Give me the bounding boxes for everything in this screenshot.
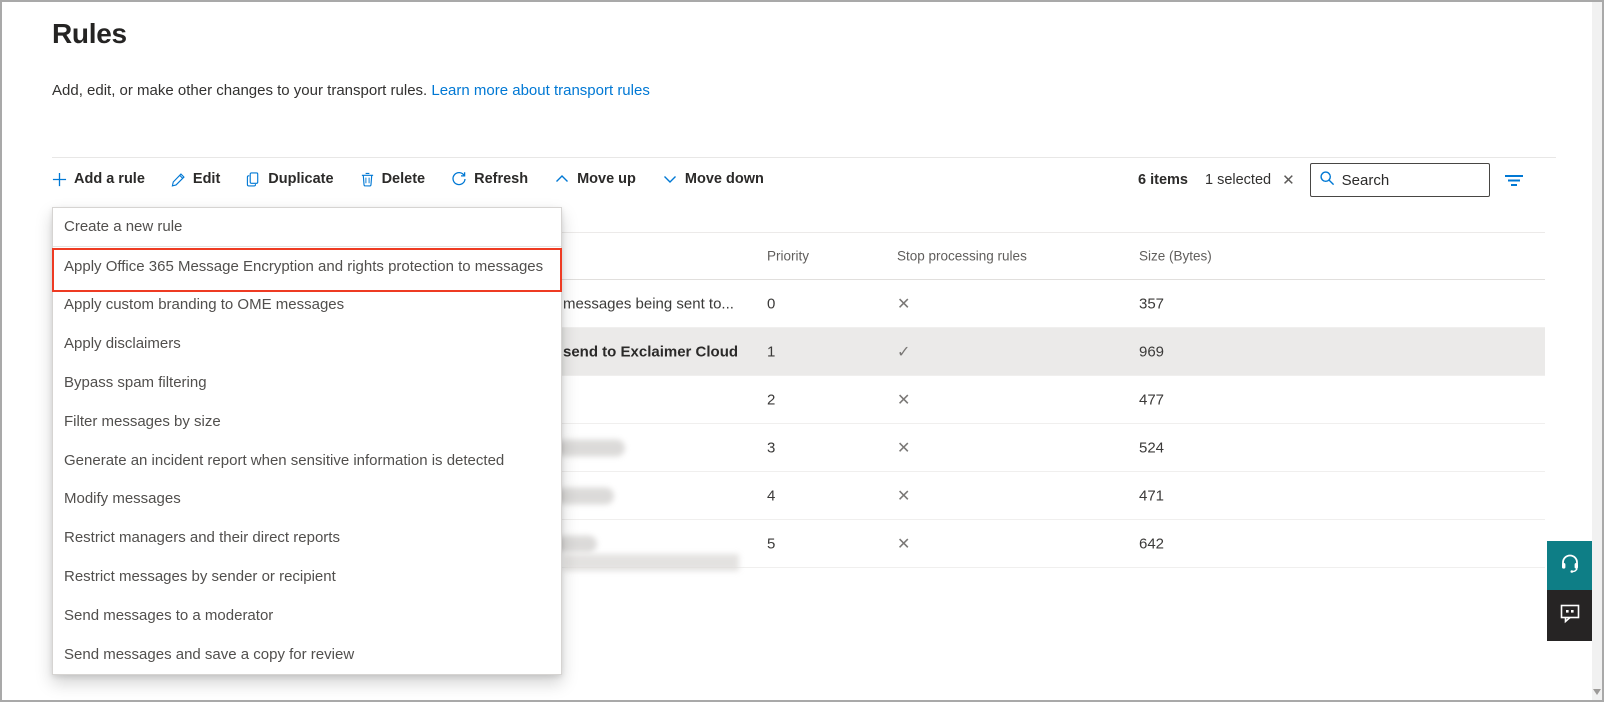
- add-a-rule-button[interactable]: Add a rule: [52, 171, 145, 187]
- list-status: 6 items 1 selected ✕: [1138, 160, 1524, 200]
- menu-item-restrict-by-sender-recipient[interactable]: Restrict messages by sender or recipient: [53, 557, 561, 596]
- rule-priority: 0: [767, 295, 776, 312]
- duplicate-label: Duplicate: [268, 171, 334, 187]
- edit-button[interactable]: Edit: [171, 171, 220, 187]
- add-a-rule-label: Add a rule: [74, 171, 145, 187]
- feedback-bubble-icon: [1558, 601, 1582, 630]
- rule-size: 477: [1139, 391, 1165, 408]
- page-description-text: Add, edit, or make other changes to your…: [52, 82, 428, 99]
- filter-icon[interactable]: [1504, 173, 1524, 187]
- menu-item-send-and-save-copy[interactable]: Send messages and save a copy for review: [53, 635, 561, 674]
- vertical-scrollbar[interactable]: [1592, 2, 1602, 700]
- items-count: 6 items: [1138, 172, 1188, 188]
- page-description: Add, edit, or make other changes to your…: [52, 82, 650, 99]
- rule-size: 471: [1139, 487, 1165, 504]
- pencil-icon: [171, 172, 186, 187]
- rule-priority: 2: [767, 391, 776, 408]
- move-down-button[interactable]: Move down: [662, 171, 764, 187]
- search-box[interactable]: [1309, 163, 1490, 197]
- stop-processing-cross-icon: ✕: [897, 391, 911, 409]
- rule-name: send to Exclaimer Cloud: [563, 343, 739, 360]
- edit-label: Edit: [192, 171, 221, 187]
- search-input[interactable]: [1341, 171, 1462, 189]
- copy-icon: [246, 171, 261, 187]
- menu-item-apply-ome-encryption[interactable]: Apply Office 365 Message Encryption and …: [53, 247, 561, 286]
- stop-processing-cross-icon: ✕: [897, 487, 911, 505]
- duplicate-button[interactable]: Duplicate: [246, 171, 334, 187]
- rule-priority: 4: [767, 487, 776, 504]
- move-down-label: Move down: [684, 171, 764, 187]
- rule-size: 642: [1139, 535, 1165, 552]
- feedback-button[interactable]: [1547, 590, 1592, 641]
- menu-item-restrict-managers[interactable]: Restrict managers and their direct repor…: [53, 518, 561, 557]
- chevron-up-icon: [554, 171, 570, 187]
- refresh-label: Refresh: [474, 171, 529, 187]
- menu-item-filter-messages-by-size[interactable]: Filter messages by size: [53, 402, 561, 441]
- rule-size: 969: [1139, 343, 1165, 360]
- redacted-rule-name: [553, 487, 614, 504]
- selected-count: 1 selected: [1204, 172, 1272, 188]
- move-up-button[interactable]: Move up: [554, 171, 636, 187]
- page-title: Rules: [52, 18, 127, 49]
- headset-icon: [1558, 551, 1582, 580]
- toolbar: Add a rule Edit Duplicate Delete Refresh: [52, 162, 764, 196]
- clear-selection-icon[interactable]: ✕: [1282, 173, 1295, 188]
- menu-item-generate-incident-report[interactable]: Generate an incident report when sensiti…: [53, 441, 561, 480]
- rule-size: 524: [1139, 439, 1165, 456]
- rule-priority: 5: [767, 535, 776, 552]
- refresh-button[interactable]: Refresh: [451, 171, 528, 187]
- rule-priority: 3: [767, 439, 776, 456]
- menu-item-create-new-rule[interactable]: Create a new rule: [53, 208, 561, 247]
- rule-template-menu: Create a new rule Apply Office 365 Messa…: [52, 207, 562, 675]
- toolbar-divider: [52, 157, 1556, 158]
- chevron-down-icon: [662, 171, 678, 187]
- scroll-down-arrow-icon[interactable]: [1593, 689, 1601, 695]
- menu-item-apply-disclaimers[interactable]: Apply disclaimers: [53, 324, 561, 363]
- column-header-size[interactable]: Size (Bytes): [1139, 249, 1212, 264]
- menu-item-send-to-moderator[interactable]: Send messages to a moderator: [53, 596, 561, 635]
- redacted-rule-name: [553, 535, 597, 552]
- plus-icon: [52, 172, 67, 187]
- menu-item-bypass-spam-filtering[interactable]: Bypass spam filtering: [53, 363, 561, 402]
- help-button[interactable]: [1547, 541, 1592, 590]
- redacted-rule-name: [553, 439, 625, 456]
- move-up-label: Move up: [577, 171, 636, 187]
- column-header-stop-processing[interactable]: Stop processing rules: [897, 249, 1027, 264]
- stop-processing-cross-icon: ✕: [897, 535, 911, 553]
- rule-name: messages being sent to...: [563, 295, 734, 312]
- stop-processing-check-icon: ✓: [897, 343, 911, 361]
- learn-more-link[interactable]: Learn more about transport rules: [431, 82, 649, 99]
- redacted-content: [563, 554, 739, 571]
- delete-button[interactable]: Delete: [360, 171, 426, 187]
- rule-size: 357: [1139, 295, 1165, 312]
- transport-rules-page: Rules Add, edit, or make other changes t…: [0, 0, 1604, 702]
- stop-processing-cross-icon: ✕: [897, 295, 911, 313]
- rule-priority: 1: [767, 343, 776, 360]
- search-icon: [1319, 170, 1335, 191]
- stop-processing-cross-icon: ✕: [897, 439, 911, 457]
- menu-item-apply-custom-branding[interactable]: Apply custom branding to OME messages: [53, 286, 561, 325]
- refresh-icon: [451, 171, 467, 187]
- trash-icon: [360, 172, 375, 187]
- menu-item-modify-messages[interactable]: Modify messages: [53, 480, 561, 519]
- column-header-priority[interactable]: Priority: [767, 249, 809, 264]
- delete-label: Delete: [381, 171, 426, 187]
